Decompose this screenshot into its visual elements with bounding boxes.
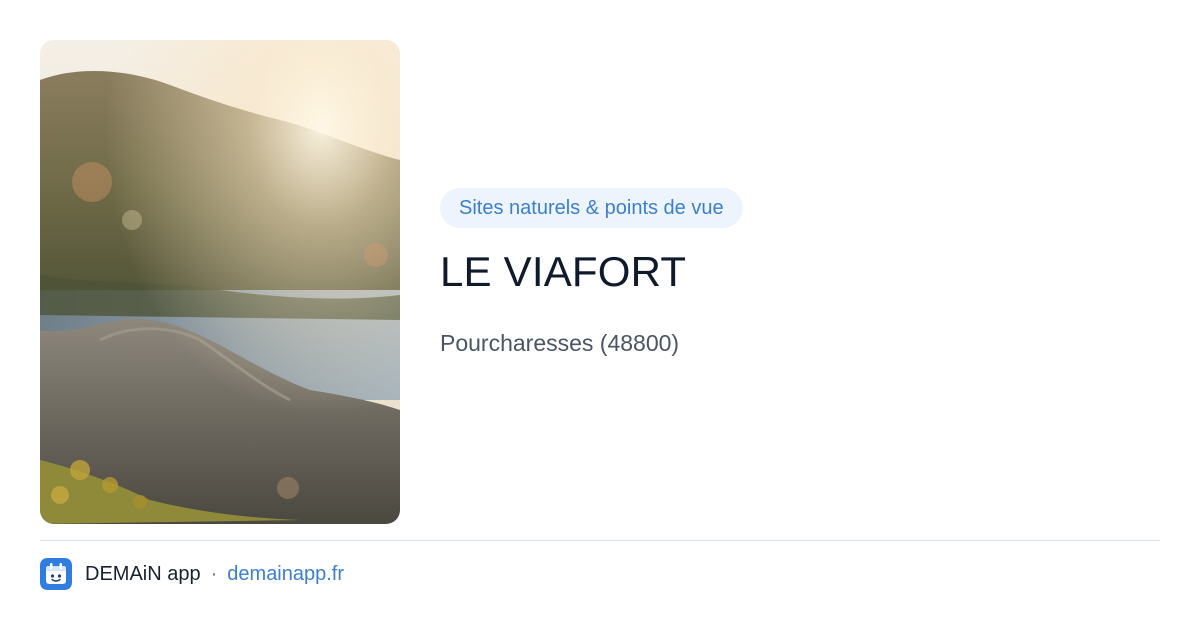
place-location: Pourcharesses (48800) xyxy=(440,330,680,356)
place-details: Sites naturels & points de vue LE VIAFOR… xyxy=(440,188,1140,358)
footer: DEMAiN app · demainapp.fr xyxy=(40,558,344,590)
cover-photo xyxy=(40,40,400,524)
share-card: Sites naturels & points de vue LE VIAFOR… xyxy=(0,0,1200,630)
app-name: DEMAiN app xyxy=(85,562,201,585)
category-badge[interactable]: Sites naturels & points de vue xyxy=(440,188,743,228)
place-title: LE VIAFORT xyxy=(440,248,687,295)
domain-link[interactable]: demainapp.fr xyxy=(227,563,344,586)
footer-separator: · xyxy=(210,562,218,585)
demain-app-icon[interactable] xyxy=(40,558,72,590)
footer-divider xyxy=(40,540,1160,541)
